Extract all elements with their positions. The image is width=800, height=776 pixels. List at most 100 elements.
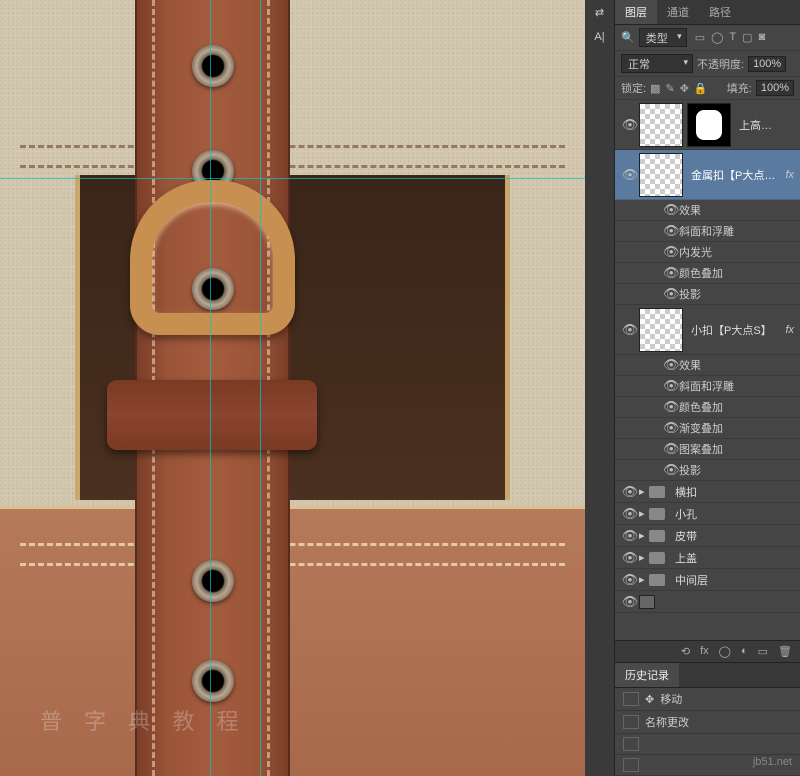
visibility-toggle[interactable]: 👁 [621, 506, 639, 522]
paragraph-panel-icon[interactable]: ⇄ [595, 6, 604, 19]
effect-item[interactable]: 👁投影 [615, 284, 800, 305]
layer-row[interactable]: 👁 上高… [615, 100, 800, 150]
history-state-icon [623, 737, 639, 751]
visibility-toggle[interactable]: 👁 [621, 484, 639, 500]
effect-item[interactable]: 👁斜面和浮雕 [615, 221, 800, 242]
lock-pixels-icon[interactable]: ✎ [665, 82, 674, 95]
filter-type-select[interactable]: 类型 [639, 28, 687, 47]
group-name[interactable]: 上盖 [671, 550, 798, 566]
visibility-toggle[interactable]: 👁 [621, 322, 639, 338]
new-layer-icon[interactable]: ▭ [758, 645, 768, 658]
effect-name: 斜面和浮雕 [679, 378, 734, 394]
filter-smart-icon[interactable]: ◙ [759, 31, 766, 44]
visibility-toggle[interactable]: 👁 [663, 399, 679, 415]
history-item[interactable]: 名称更改 [615, 711, 800, 734]
lock-transparent-icon[interactable]: ▩ [650, 82, 660, 95]
layer-group-row[interactable]: 👁▸ 上盖 [615, 547, 800, 569]
effect-item[interactable]: 👁图案叠加 [615, 439, 800, 460]
group-name[interactable]: 横扣 [671, 484, 798, 500]
layer-thumbnail[interactable] [639, 103, 683, 147]
tab-paths[interactable]: 路径 [699, 0, 741, 24]
filter-shape-icon[interactable]: ▢ [742, 31, 752, 44]
visibility-toggle[interactable]: 👁 [621, 167, 639, 183]
history-state-icon [623, 758, 639, 772]
link-layers-icon[interactable]: ⟲ [681, 645, 690, 658]
lock-position-icon[interactable]: ✥ [680, 82, 689, 95]
effect-item[interactable]: 👁投影 [615, 460, 800, 481]
visibility-toggle[interactable]: 👁 [621, 528, 639, 544]
guide-horizontal[interactable] [0, 178, 585, 179]
layer-row[interactable]: 👁 金属扣【P大点… fx [615, 150, 800, 200]
effect-item[interactable]: 👁渐变叠加 [615, 418, 800, 439]
disclosure-triangle[interactable]: ▸ [639, 551, 649, 564]
effect-item[interactable]: 👁颜色叠加 [615, 263, 800, 284]
layer-group-row[interactable]: 👁▸ 中间层 [615, 569, 800, 591]
tab-layers[interactable]: 图层 [615, 0, 657, 24]
visibility-toggle[interactable]: 👁 [621, 117, 639, 133]
effects-label: 效果 [679, 202, 701, 218]
group-name[interactable]: 皮带 [671, 528, 798, 544]
add-adjustment-icon[interactable]: ◐ [741, 645, 748, 658]
layer-name[interactable]: 小扣【P大点S】 [687, 322, 781, 338]
fill-value[interactable]: 100% [756, 80, 794, 96]
effects-header[interactable]: 👁效果 [615, 200, 800, 221]
layer-group-row[interactable]: 👁▸ 小孔 [615, 503, 800, 525]
disclosure-triangle[interactable]: ▸ [639, 485, 649, 498]
opacity-value[interactable]: 100% [748, 56, 786, 72]
visibility-toggle[interactable]: 👁 [663, 357, 679, 373]
disclosure-triangle[interactable]: ▸ [639, 573, 649, 586]
visibility-toggle[interactable]: 👁 [621, 572, 639, 588]
fx-badge[interactable]: fx [781, 324, 798, 336]
visibility-toggle[interactable]: 👁 [621, 594, 639, 610]
layer-thumbnail[interactable] [639, 153, 683, 197]
blend-mode-select[interactable]: 正常 [621, 54, 693, 73]
visibility-toggle[interactable]: 👁 [663, 378, 679, 394]
visibility-toggle[interactable]: 👁 [663, 244, 679, 260]
guide-vertical[interactable] [260, 0, 261, 776]
effect-item[interactable]: 👁斜面和浮雕 [615, 376, 800, 397]
fx-badge[interactable]: fx [781, 169, 798, 181]
layer-thumbnail[interactable] [639, 595, 655, 609]
character-panel-icon[interactable]: A| [594, 31, 604, 43]
filter-type-icon[interactable]: T [729, 31, 736, 44]
layers-list[interactable]: 👁 上高… 👁 金属扣【P大点… fx 👁效果 👁斜面和浮雕 👁内发光 👁颜色叠… [615, 100, 800, 640]
history-item[interactable] [615, 734, 800, 755]
folder-icon [649, 530, 665, 542]
effects-header[interactable]: 👁效果 [615, 355, 800, 376]
layer-thumbnail[interactable] [639, 308, 683, 352]
group-name[interactable]: 中间层 [671, 572, 798, 588]
filter-pixel-icon[interactable]: ▭ [695, 31, 705, 44]
layer-group-row[interactable]: 👁▸ 皮带 [615, 525, 800, 547]
layer-row[interactable]: 👁 [615, 591, 800, 613]
document-canvas[interactable]: 普 字 典 教 程 [0, 0, 585, 776]
visibility-toggle[interactable]: 👁 [663, 223, 679, 239]
visibility-toggle[interactable]: 👁 [621, 550, 639, 566]
layer-group-row[interactable]: 👁▸ 横扣 [615, 481, 800, 503]
layer-name[interactable]: 金属扣【P大点… [687, 167, 781, 183]
group-name[interactable]: 小孔 [671, 506, 798, 522]
effect-item[interactable]: 👁颜色叠加 [615, 397, 800, 418]
add-fx-icon[interactable]: fx [700, 645, 709, 658]
effects-label: 效果 [679, 357, 701, 373]
visibility-toggle[interactable]: 👁 [663, 462, 679, 478]
layer-name[interactable]: 上高… [735, 117, 798, 133]
disclosure-triangle[interactable]: ▸ [639, 529, 649, 542]
visibility-toggle[interactable]: 👁 [663, 441, 679, 457]
visibility-toggle[interactable]: 👁 [663, 265, 679, 281]
visibility-toggle[interactable]: 👁 [663, 286, 679, 302]
effect-item[interactable]: 👁内发光 [615, 242, 800, 263]
add-mask-icon[interactable]: ◯ [719, 645, 731, 658]
delete-layer-icon[interactable]: 🗑 [778, 645, 792, 658]
filter-adjust-icon[interactable]: ◯ [711, 31, 723, 44]
lock-all-icon[interactable]: 🔒 [694, 82, 708, 95]
tab-channels[interactable]: 通道 [657, 0, 699, 24]
visibility-toggle[interactable]: 👁 [663, 420, 679, 436]
tab-history[interactable]: 历史记录 [615, 663, 679, 687]
disclosure-triangle[interactable]: ▸ [639, 507, 649, 520]
history-state-icon [623, 692, 639, 706]
layer-row[interactable]: 👁 小扣【P大点S】 fx [615, 305, 800, 355]
guide-vertical[interactable] [210, 0, 211, 776]
history-item[interactable]: ✥ 移动 [615, 688, 800, 711]
visibility-toggle[interactable]: 👁 [663, 202, 679, 218]
layer-mask-thumbnail[interactable] [687, 103, 731, 147]
